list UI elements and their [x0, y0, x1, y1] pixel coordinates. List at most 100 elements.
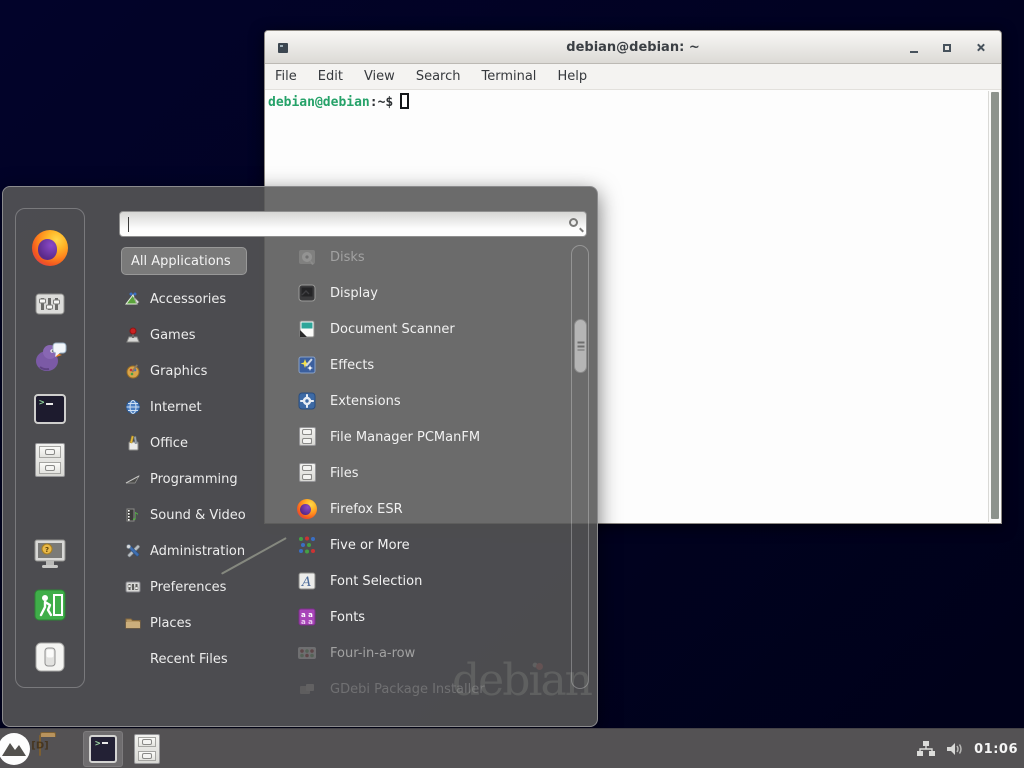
svg-text:>: > [39, 398, 45, 408]
svg-text:A: A [301, 575, 311, 590]
taskbar-terminal-button[interactable]: > [83, 731, 123, 767]
window-title: debian@debian: ~ [566, 40, 699, 55]
terminal-cursor [400, 93, 409, 109]
volume-icon[interactable] [945, 740, 965, 758]
graphics-icon [125, 363, 141, 379]
svg-text:?: ? [45, 546, 49, 554]
terminal-scrollbar-thumb[interactable] [991, 92, 999, 519]
search-icon [569, 218, 578, 227]
extensions-gear-icon [297, 391, 317, 411]
network-icon[interactable] [916, 740, 936, 758]
favorites-panel: > ? [15, 208, 85, 688]
prompt-path: :~$ [370, 95, 393, 110]
system-tray: 01:06 [916, 729, 1018, 768]
effects-icon [297, 355, 317, 375]
app-four-in-a-row[interactable]: Four-in-a-row [287, 635, 557, 671]
app-files[interactable]: Files [287, 455, 557, 491]
category-all-applications[interactable]: All Applications [121, 247, 247, 275]
app-firefox-esr[interactable]: Firefox ESR [287, 491, 557, 527]
firefox-icon [297, 499, 317, 519]
app-gdebi-package-installer[interactable]: GDebi Package Installer [287, 671, 557, 699]
app-effects[interactable]: Effects [287, 347, 557, 383]
taskbar: [D] > 01:06 [0, 728, 1024, 768]
category-accessories[interactable]: Accessories [121, 281, 269, 317]
document-scanner-icon [297, 319, 317, 339]
menu-launcher-icon[interactable] [0, 731, 32, 767]
menu-scrollbar-track[interactable] [571, 245, 589, 689]
menu-file[interactable]: File [275, 69, 297, 84]
app-fonts[interactable]: a aa a Fonts [287, 599, 557, 635]
file-cabinet-icon [134, 734, 160, 764]
scrollbar-grip-icon [577, 342, 584, 351]
close-button[interactable] [967, 31, 993, 64]
taskbar-files-button[interactable] [134, 734, 160, 764]
menu-help[interactable]: Help [557, 69, 587, 84]
terminal-icon: > [89, 735, 117, 763]
four-in-a-row-icon [297, 643, 317, 663]
text-caret [128, 217, 129, 232]
administration-tools-icon [125, 543, 141, 559]
category-sound-video[interactable]: ♪ Sound & Video [121, 497, 269, 533]
menu-view[interactable]: View [364, 69, 395, 84]
gdebi-package-icon [297, 679, 317, 699]
screensaver-lock-icon[interactable]: ? [32, 535, 68, 571]
pidgin-icon[interactable] [32, 339, 68, 375]
shell-prompt: debian@debian:~$ [265, 90, 1001, 110]
app-five-or-more[interactable]: Five or More [287, 527, 557, 563]
menu-scrollbar-thumb[interactable] [574, 319, 587, 373]
programming-icon [125, 471, 141, 487]
menu-edit[interactable]: Edit [318, 69, 343, 84]
power-switch-icon[interactable] [32, 639, 68, 675]
app-display[interactable]: Display [287, 275, 557, 311]
control-center-icon[interactable] [32, 286, 68, 322]
terminal-window-icon [278, 43, 288, 53]
fonts-icon: a aa a [297, 607, 317, 627]
terminal-titlebar[interactable]: debian@debian: ~ [265, 31, 1001, 64]
accessories-icon [125, 291, 141, 307]
category-recent-files[interactable]: Recent Files [121, 641, 269, 677]
preferences-icon [125, 579, 141, 595]
category-programming[interactable]: Programming [121, 461, 269, 497]
app-disks[interactable]: Disks [287, 239, 557, 275]
category-internet[interactable]: Internet [121, 389, 269, 425]
games-icon [125, 327, 141, 343]
terminal-icon[interactable]: > [32, 391, 68, 427]
logout-icon[interactable] [32, 587, 68, 623]
office-icon [125, 435, 141, 451]
category-games[interactable]: Games [121, 317, 269, 353]
display-icon [297, 283, 317, 303]
app-document-scanner[interactable]: Document Scanner [287, 311, 557, 347]
minimize-button[interactable] [901, 31, 927, 64]
taskbar-clock[interactable]: 01:06 [974, 742, 1018, 757]
maximize-button[interactable] [934, 31, 960, 64]
prompt-user: debian@debian [268, 95, 370, 110]
terminal-menubar: File Edit View Search Terminal Help [265, 64, 1001, 90]
menu-terminal[interactable]: Terminal [481, 69, 536, 84]
application-list: Disks Display Document Scanner Effects E… [287, 233, 567, 699]
category-office[interactable]: Office [121, 425, 269, 461]
file-cabinet-icon [297, 427, 317, 447]
file-cabinet-icon[interactable] [32, 442, 68, 478]
app-file-manager-pcmanfm[interactable]: File Manager PCManFM [287, 419, 557, 455]
file-cabinet-icon [297, 463, 317, 483]
minimize-icon [910, 51, 918, 53]
maximize-icon [943, 44, 951, 52]
category-graphics[interactable]: Graphics [121, 353, 269, 389]
disks-icon [297, 247, 317, 267]
application-menu: > ? All Applications Accessories Games [2, 186, 598, 727]
internet-globe-icon [125, 399, 141, 415]
category-administration[interactable]: Administration [121, 533, 269, 569]
app-extensions[interactable]: Extensions [287, 383, 557, 419]
svg-text:a a: a a [301, 618, 313, 626]
category-preferences[interactable]: Preferences [121, 569, 269, 605]
svg-text:♪: ♪ [132, 510, 139, 523]
app-font-selection[interactable]: A Font Selection [287, 563, 557, 599]
firefox-icon[interactable] [32, 230, 68, 266]
font-selection-icon: A [297, 571, 317, 591]
places-folder-icon [125, 615, 141, 631]
five-or-more-dots-icon [297, 535, 317, 555]
terminal-scrollbar[interactable] [988, 91, 1001, 522]
category-places[interactable]: Places [121, 605, 269, 641]
menu-search[interactable]: Search [416, 69, 461, 84]
folder-icon[interactable]: [D] [39, 736, 41, 755]
